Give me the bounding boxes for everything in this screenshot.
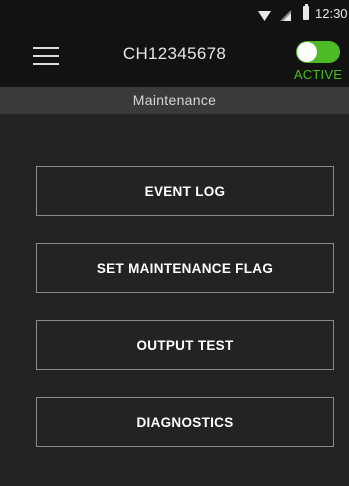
set-maintenance-flag-button[interactable]: SET MAINTENANCE FLAG [36,243,334,293]
active-toggle[interactable] [296,41,340,63]
status-time: 12:30 [315,6,348,21]
battery-icon [303,4,309,20]
diagnostics-button[interactable]: DIAGNOSTICS [36,397,334,447]
event-log-button[interactable]: EVENT LOG [36,166,334,216]
output-test-button[interactable]: OUTPUT TEST [36,320,334,370]
section-header: Maintenance [0,87,349,115]
toggle-knob [297,42,317,62]
active-status-label: ACTIVE [293,67,343,82]
section-title: Maintenance [132,92,217,108]
app-header: CH12345678 ACTIVE [0,27,349,87]
signal-icon [280,8,291,26]
wifi-icon [258,8,271,26]
status-bar: 12:30 [0,0,349,27]
